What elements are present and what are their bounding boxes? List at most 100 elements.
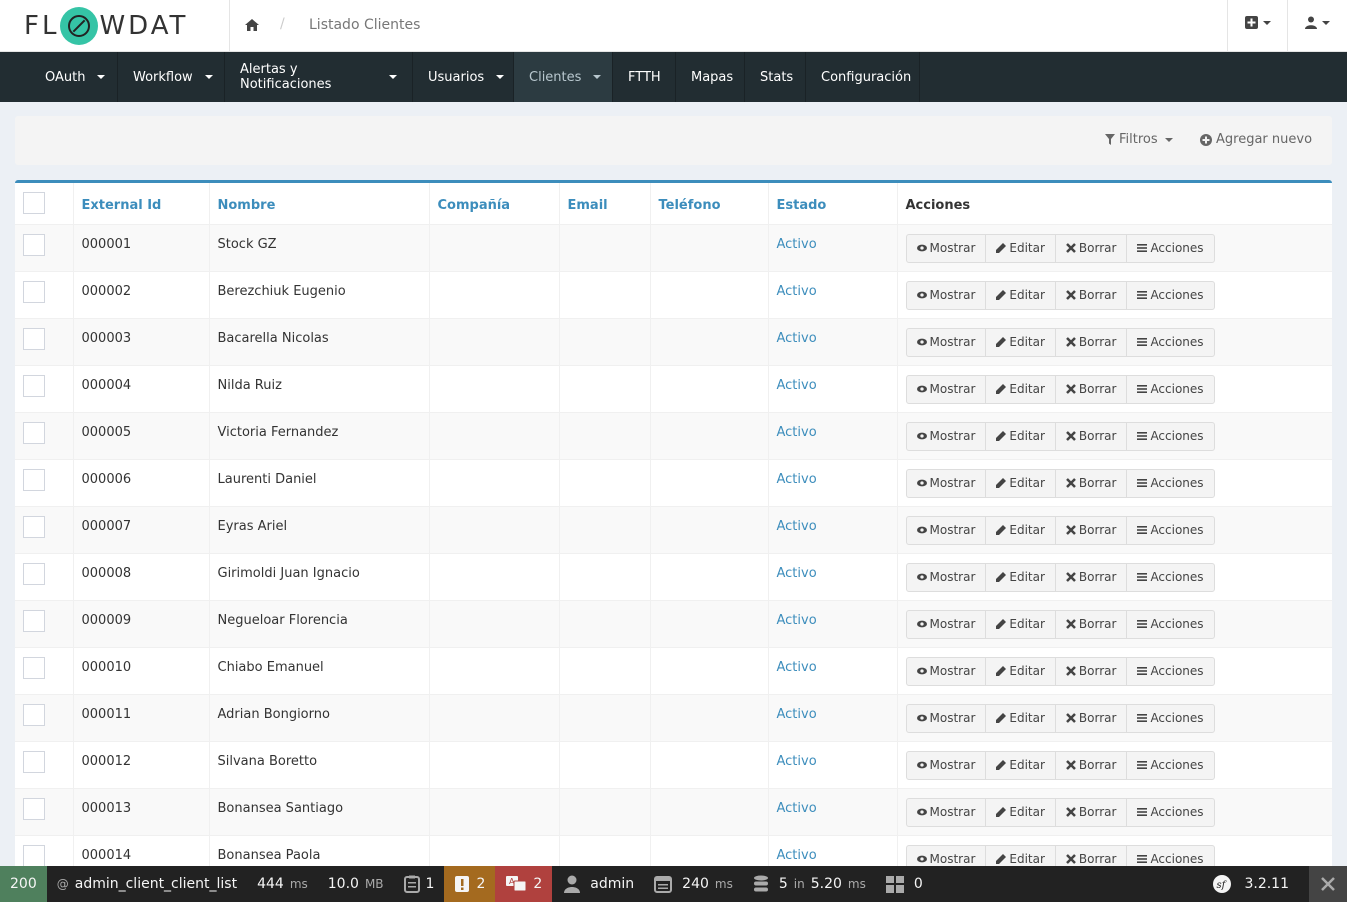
edit-button[interactable]: Editar <box>985 703 1056 733</box>
estado-cell[interactable]: Activo <box>768 693 898 741</box>
warnings-info[interactable]: 2 <box>444 866 496 902</box>
actions-button[interactable]: Acciones <box>1126 515 1215 545</box>
row-checkbox[interactable] <box>23 280 45 303</box>
column-header-external-id[interactable]: External Id <box>73 183 210 225</box>
actions-button[interactable]: Acciones <box>1126 374 1215 404</box>
column-header-telefono[interactable]: Teléfono <box>650 183 769 225</box>
estado-cell[interactable]: Activo <box>768 411 898 459</box>
estado-cell[interactable]: Activo <box>768 599 898 647</box>
estado-cell[interactable]: Activo <box>768 552 898 600</box>
estado-cell[interactable]: Activo <box>768 317 898 365</box>
actions-button[interactable]: Acciones <box>1126 233 1215 263</box>
estado-cell[interactable]: Activo <box>768 646 898 694</box>
delete-button[interactable]: Borrar <box>1054 609 1128 639</box>
nav-item-workflow[interactable]: Workflow <box>118 52 225 102</box>
nav-item-clientes[interactable]: Clientes <box>514 52 613 102</box>
user-menu-button[interactable] <box>1305 16 1330 29</box>
column-header-nombre[interactable]: Nombre <box>209 183 430 225</box>
delete-button[interactable]: Borrar <box>1054 421 1128 451</box>
delete-button[interactable]: Borrar <box>1054 280 1128 310</box>
actions-button[interactable]: Acciones <box>1126 327 1215 357</box>
edit-button[interactable]: Editar <box>985 515 1056 545</box>
twig-info[interactable]: 0 <box>876 866 933 902</box>
add-menu-button[interactable] <box>1245 16 1271 29</box>
nav-item-configuracion[interactable]: Configuración <box>806 52 920 102</box>
row-checkbox[interactable] <box>23 750 45 773</box>
show-button[interactable]: Mostrar <box>905 421 987 451</box>
estado-cell[interactable]: Activo <box>768 787 898 835</box>
edit-button[interactable]: Editar <box>985 656 1056 686</box>
close-toolbar-button[interactable] <box>1309 866 1347 902</box>
edit-button[interactable]: Editar <box>985 468 1056 498</box>
column-header-email[interactable]: Email <box>559 183 651 225</box>
row-checkbox[interactable] <box>23 327 45 350</box>
show-button[interactable]: Mostrar <box>905 374 987 404</box>
row-checkbox[interactable] <box>23 468 45 491</box>
estado-cell[interactable]: Activo <box>768 270 898 318</box>
show-button[interactable]: Mostrar <box>905 280 987 310</box>
show-button[interactable]: Mostrar <box>905 327 987 357</box>
translations-info[interactable]: A 2 <box>495 866 553 902</box>
forms-info[interactable]: 1 <box>394 866 445 902</box>
row-checkbox[interactable] <box>23 562 45 585</box>
memory-info[interactable]: 10.0 MB <box>318 866 394 902</box>
edit-button[interactable]: Editar <box>985 609 1056 639</box>
show-button[interactable]: Mostrar <box>905 797 987 827</box>
database-info[interactable]: 5 in 5.20 ms <box>743 866 876 902</box>
row-checkbox[interactable] <box>23 609 45 632</box>
delete-button[interactable]: Borrar <box>1054 233 1128 263</box>
actions-button[interactable]: Acciones <box>1126 280 1215 310</box>
show-button[interactable]: Mostrar <box>905 468 987 498</box>
edit-button[interactable]: Editar <box>985 280 1056 310</box>
filters-dropdown-button[interactable]: Filtros <box>1105 132 1173 147</box>
edit-button[interactable]: Editar <box>985 421 1056 451</box>
nav-item-oauth[interactable]: OAuth <box>30 52 118 102</box>
column-header-compania[interactable]: Compañía <box>429 183 560 225</box>
estado-cell[interactable]: Activo <box>768 364 898 412</box>
render-info[interactable]: 240 ms <box>644 866 743 902</box>
actions-button[interactable]: Acciones <box>1126 797 1215 827</box>
select-all-checkbox[interactable] <box>23 192 45 215</box>
row-checkbox[interactable] <box>23 656 45 679</box>
delete-button[interactable]: Borrar <box>1054 327 1128 357</box>
show-button[interactable]: Mostrar <box>905 750 987 780</box>
nav-item-alertas[interactable]: Alertas y Notificaciones <box>225 52 413 102</box>
show-button[interactable]: Mostrar <box>905 233 987 263</box>
show-button[interactable]: Mostrar <box>905 703 987 733</box>
row-checkbox[interactable] <box>23 374 45 397</box>
delete-button[interactable]: Borrar <box>1054 656 1128 686</box>
estado-cell[interactable]: Activo <box>768 505 898 553</box>
estado-cell[interactable]: Activo <box>768 458 898 506</box>
show-button[interactable]: Mostrar <box>905 515 987 545</box>
add-new-button[interactable]: Agregar nuevo <box>1200 132 1312 147</box>
actions-button[interactable]: Acciones <box>1126 656 1215 686</box>
edit-button[interactable]: Editar <box>985 797 1056 827</box>
actions-button[interactable]: Acciones <box>1126 421 1215 451</box>
delete-button[interactable]: Borrar <box>1054 797 1128 827</box>
actions-button[interactable]: Acciones <box>1126 750 1215 780</box>
nav-item-stats[interactable]: Stats <box>745 52 806 102</box>
nav-item-mapas[interactable]: Mapas <box>676 52 745 102</box>
show-button[interactable]: Mostrar <box>905 656 987 686</box>
row-checkbox[interactable] <box>23 703 45 726</box>
edit-button[interactable]: Editar <box>985 374 1056 404</box>
edit-button[interactable]: Editar <box>985 562 1056 592</box>
row-checkbox[interactable] <box>23 797 45 820</box>
estado-cell[interactable]: Activo <box>768 223 898 271</box>
actions-button[interactable]: Acciones <box>1126 609 1215 639</box>
route-info[interactable]: @ admin_client_client_list <box>47 866 247 902</box>
row-checkbox[interactable] <box>23 233 45 256</box>
actions-button[interactable]: Acciones <box>1126 468 1215 498</box>
row-checkbox[interactable] <box>23 421 45 444</box>
column-header-estado[interactable]: Estado <box>768 183 898 225</box>
row-checkbox[interactable] <box>23 515 45 538</box>
delete-button[interactable]: Borrar <box>1054 703 1128 733</box>
symfony-version-info[interactable]: sf 3.2.11 <box>1202 866 1299 902</box>
show-button[interactable]: Mostrar <box>905 609 987 639</box>
delete-button[interactable]: Borrar <box>1054 374 1128 404</box>
nav-item-ftth[interactable]: FTTH <box>613 52 676 102</box>
estado-cell[interactable]: Activo <box>768 740 898 788</box>
row-checkbox[interactable] <box>23 844 45 867</box>
show-button[interactable]: Mostrar <box>905 562 987 592</box>
edit-button[interactable]: Editar <box>985 750 1056 780</box>
